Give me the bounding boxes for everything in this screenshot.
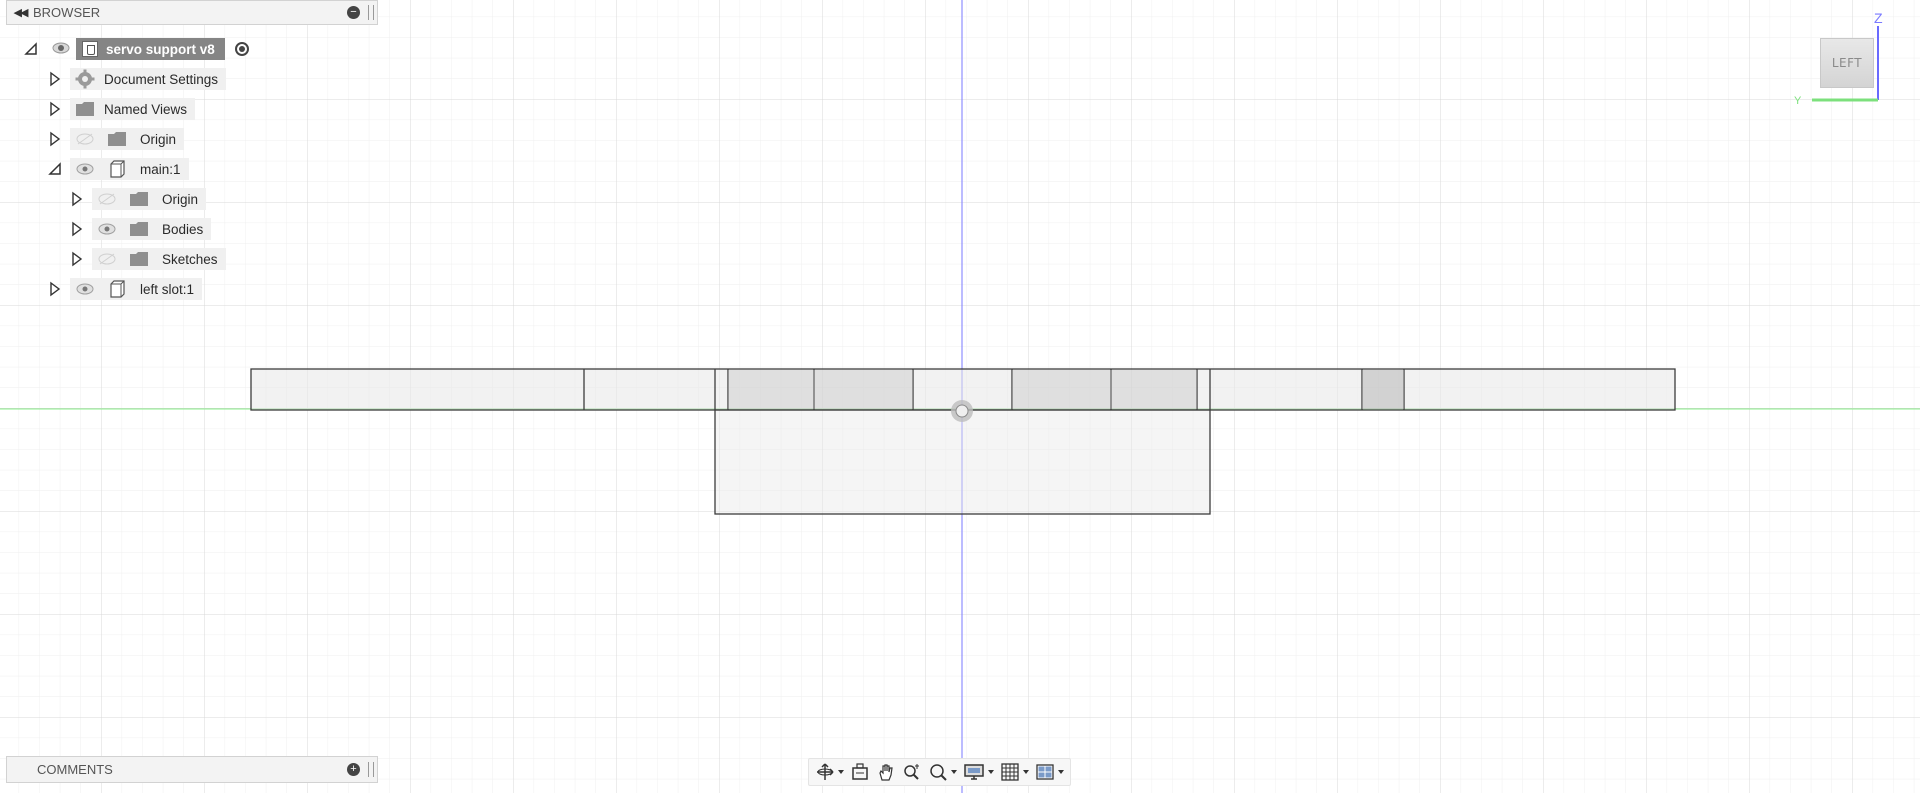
eye-icon[interactable] — [74, 158, 96, 180]
tree-item-label: Named Views — [104, 101, 188, 117]
tree-node[interactable]: Origin — [92, 188, 207, 210]
collapsed-arrow-icon[interactable] — [48, 131, 62, 147]
tree-node[interactable]: Document Settings — [70, 68, 227, 90]
eye-icon[interactable] — [52, 42, 70, 57]
collapsed-arrow-icon[interactable] — [70, 221, 84, 237]
comments-title: COMMENTS — [37, 762, 113, 777]
display-settings-icon — [964, 764, 984, 780]
activate-radio-icon[interactable] — [234, 42, 249, 56]
minimize-panel-icon[interactable]: − — [347, 6, 360, 19]
fit-button[interactable] — [926, 761, 959, 783]
eye-hidden-icon[interactable] — [74, 128, 96, 150]
gear-icon — [74, 68, 96, 90]
fit-icon — [930, 764, 947, 781]
tree-node[interactable]: main:1 — [70, 158, 189, 180]
folder-icon — [106, 128, 128, 150]
folder-icon — [74, 98, 96, 120]
tree-item-label: Origin — [162, 191, 199, 207]
eye-icon[interactable] — [96, 218, 118, 240]
expanded-arrow-icon[interactable] — [24, 41, 38, 57]
orbit-button[interactable] — [813, 761, 846, 783]
component-icon — [106, 158, 128, 180]
tree-item-label: Bodies — [162, 221, 204, 237]
eye-hidden-icon[interactable] — [96, 248, 118, 270]
browser-panel-header: ◀◀ BROWSER − — [6, 0, 378, 25]
viewports-button[interactable] — [1033, 761, 1066, 783]
collapsed-arrow-icon[interactable] — [70, 251, 84, 267]
tree-item-label: Document Settings — [104, 71, 219, 87]
display-settings-button[interactable] — [961, 761, 996, 783]
pan-icon — [879, 764, 893, 781]
eye-icon[interactable] — [74, 278, 96, 300]
tree-item-label: main:1 — [140, 161, 181, 177]
tree-node[interactable]: Named Views — [70, 98, 196, 120]
folder-icon — [128, 188, 150, 210]
tree-item-sketches[interactable]: Sketches — [70, 247, 226, 271]
tree-root-row[interactable]: servo support v8 — [24, 37, 249, 61]
collapsed-arrow-icon[interactable] — [48, 71, 62, 87]
tree-item-origin-child[interactable]: Origin — [70, 187, 207, 211]
tree-item-left-slot[interactable]: left slot:1 — [48, 277, 203, 301]
tree-node[interactable]: Sketches — [92, 248, 226, 270]
component-icon — [106, 278, 128, 300]
folder-icon — [128, 218, 150, 240]
orbit-icon — [817, 763, 834, 780]
comments-panel-header: COMMENTS + — [6, 756, 378, 783]
canvas-viewport[interactable] — [0, 0, 1920, 793]
document-name: servo support v8 — [106, 41, 215, 57]
add-comment-icon[interactable]: + — [347, 763, 360, 776]
grid-settings-icon — [1001, 763, 1019, 781]
eye-hidden-icon[interactable] — [96, 188, 118, 210]
zoom-icon — [904, 764, 919, 780]
panel-resize-grip[interactable] — [368, 5, 374, 20]
tree-item-label: Sketches — [162, 251, 218, 267]
folder-icon — [128, 248, 150, 270]
tree-node[interactable]: Origin — [70, 128, 185, 150]
zoom-button[interactable] — [900, 761, 924, 783]
collapse-panel-icon[interactable]: ◀◀ — [7, 6, 33, 19]
tree-item-label: Origin — [140, 131, 177, 147]
tree-item-named-views[interactable]: Named Views — [48, 97, 196, 121]
z-axis-label: Z — [1874, 10, 1883, 26]
panel-resize-grip[interactable] — [368, 762, 374, 777]
tree-node[interactable]: Bodies — [92, 218, 212, 240]
browser-title: BROWSER — [33, 5, 101, 20]
collapsed-arrow-icon[interactable] — [48, 101, 62, 117]
document-icon — [82, 41, 98, 57]
document-root-node[interactable]: servo support v8 — [76, 38, 225, 60]
y-axis-label: Y — [1794, 95, 1802, 104]
navigation-toolbar — [808, 758, 1071, 786]
tree-item-origin[interactable]: Origin — [48, 127, 185, 151]
pan-button[interactable] — [874, 761, 898, 783]
origin-marker — [951, 400, 973, 422]
tree-node[interactable]: left slot:1 — [70, 278, 203, 300]
viewports-icon — [1036, 764, 1054, 780]
tree-item-main-component[interactable]: main:1 — [48, 157, 189, 181]
collapsed-arrow-icon[interactable] — [70, 191, 84, 207]
collapsed-arrow-icon[interactable] — [48, 281, 62, 297]
tree-item-bodies[interactable]: Bodies — [70, 217, 212, 241]
look-at-icon — [852, 763, 868, 780]
expanded-arrow-icon[interactable] — [48, 161, 62, 177]
tree-item-document-settings[interactable]: Document Settings — [48, 67, 227, 91]
tree-item-label: left slot:1 — [140, 281, 195, 297]
look-at-button[interactable] — [848, 761, 872, 783]
grid-settings-button[interactable] — [998, 761, 1031, 783]
view-cube-axes: Z Y — [1794, 10, 1883, 104]
